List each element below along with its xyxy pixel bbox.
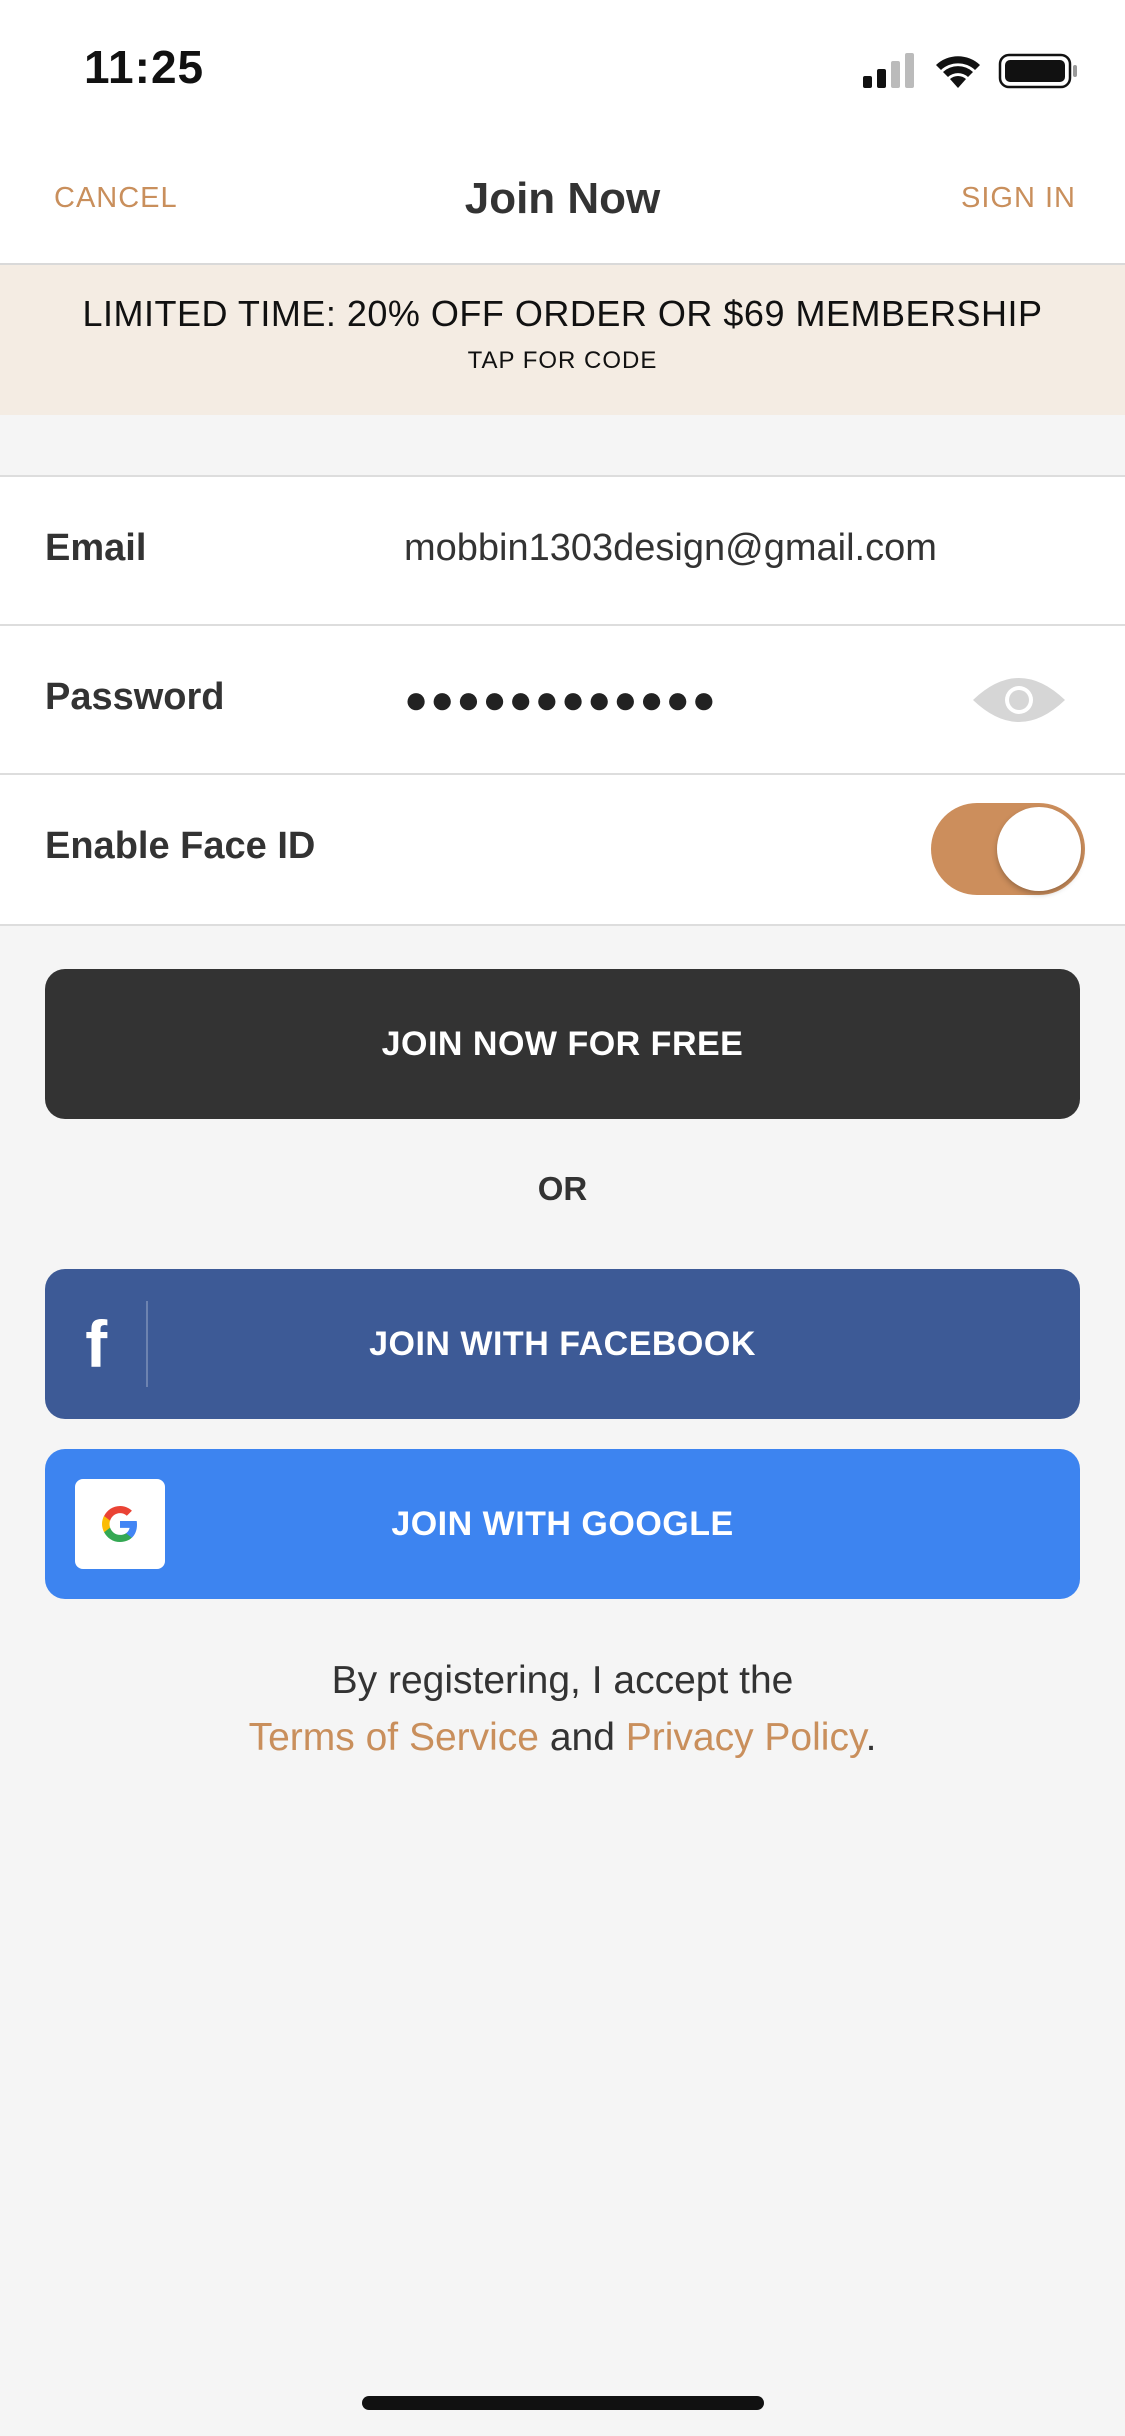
google-icon xyxy=(75,1479,165,1569)
email-field[interactable]: mobbin1303design@gmail.com xyxy=(404,527,937,570)
password-label: Password xyxy=(45,676,225,718)
terms-links-line: Terms of Service and Privacy Policy. xyxy=(0,1709,1125,1766)
promo-title: LIMITED TIME: 20% OFF ORDER OR $69 MEMBE… xyxy=(82,293,1043,334)
toggle-knob xyxy=(997,807,1081,891)
sign-in-button[interactable]: SIGN IN xyxy=(961,182,1076,215)
email-label: Email xyxy=(45,527,147,569)
nav-bar: CANCEL Join Now SIGN IN xyxy=(0,132,1125,265)
status-bar: 11:25 xyxy=(0,0,1125,132)
join-google-label: JOIN WITH GOOGLE xyxy=(391,1505,734,1543)
facebook-icon: f xyxy=(85,1307,108,1381)
signup-form: Email mobbin1303design@gmail.com Passwor… xyxy=(0,475,1125,926)
promo-subtitle: TAP FOR CODE xyxy=(467,347,658,374)
join-facebook-button[interactable]: f JOIN WITH FACEBOOK xyxy=(45,1269,1080,1419)
terms-and-text: and xyxy=(538,1716,626,1759)
cellular-signal-icon xyxy=(863,53,914,88)
join-google-button[interactable]: JOIN WITH GOOGLE xyxy=(45,1449,1080,1599)
terms-of-service-link[interactable]: Terms of Service xyxy=(249,1716,539,1759)
face-id-row: Enable Face ID xyxy=(0,775,1125,924)
status-icons xyxy=(863,50,1083,90)
terms-text: By registering, I accept the Terms of Se… xyxy=(0,1652,1125,1766)
eye-icon[interactable] xyxy=(971,670,1067,730)
wifi-icon xyxy=(936,56,980,88)
join-facebook-label: JOIN WITH FACEBOOK xyxy=(369,1325,756,1363)
status-time: 11:25 xyxy=(84,41,205,93)
terms-prefix: By registering, I accept the xyxy=(331,1659,794,1702)
face-id-label: Enable Face ID xyxy=(45,825,316,867)
email-row[interactable]: Email mobbin1303design@gmail.com xyxy=(0,477,1125,626)
password-field[interactable]: ●●●●●●●●●●●● xyxy=(404,678,718,723)
battery-icon xyxy=(998,53,1077,89)
join-free-button[interactable]: JOIN NOW FOR FREE xyxy=(45,969,1080,1119)
home-indicator xyxy=(362,2396,764,2410)
password-row[interactable]: Password ●●●●●●●●●●●● xyxy=(0,626,1125,775)
privacy-policy-link[interactable]: Privacy Policy xyxy=(626,1716,866,1759)
terms-suffix: . xyxy=(865,1716,877,1759)
facebook-divider xyxy=(146,1301,148,1387)
face-id-toggle[interactable] xyxy=(931,803,1085,895)
promo-banner[interactable]: LIMITED TIME: 20% OFF ORDER OR $69 MEMBE… xyxy=(0,265,1125,415)
or-divider-label: OR xyxy=(537,1170,588,1207)
page-title: Join Now xyxy=(464,174,661,223)
